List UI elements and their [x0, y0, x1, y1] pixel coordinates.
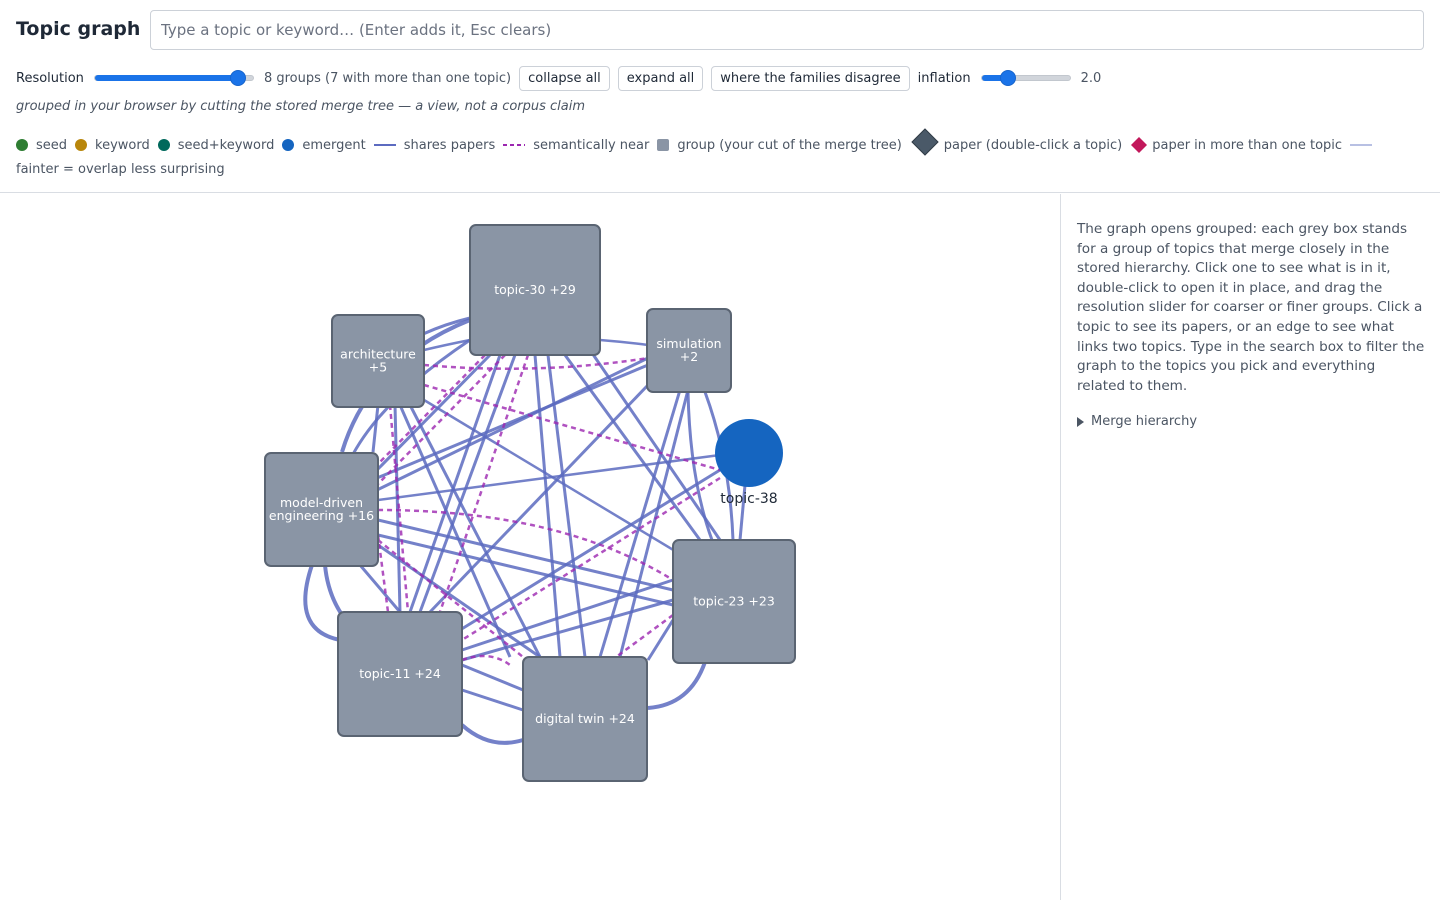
merge-hierarchy-toggle[interactable]: Merge hierarchy — [1077, 414, 1197, 429]
topic-node-t38[interactable]: topic-38 — [715, 419, 783, 507]
families-disagree-button[interactable]: where the families disagree — [711, 65, 910, 91]
edge-shares-papers[interactable] — [646, 619, 675, 661]
help-text: The graph opens grouped: each grey box s… — [1077, 221, 1425, 394]
edge-shares-papers[interactable] — [371, 404, 380, 453]
dashed-line-icon — [503, 144, 526, 146]
keyword-dot-icon — [75, 139, 88, 151]
legend: seed keyword seed+keyword emergent share… — [16, 128, 1373, 177]
group-node-g30[interactable]: topic-30 +29 — [469, 224, 601, 356]
edge-shares-papers[interactable] — [647, 661, 707, 710]
inflation-label: inflation — [917, 70, 971, 86]
group-label: digital twin +24 — [535, 711, 635, 726]
edge-shares-papers[interactable] — [686, 391, 714, 541]
group-label: engineering +16 — [269, 508, 374, 523]
paper-multi-diamond-icon — [1131, 137, 1148, 153]
toolbar: Topic graph Resolution 8 groups (7 with … — [0, 0, 1440, 193]
group-label: topic-30 +29 — [494, 282, 576, 297]
legend-emergent: emergent — [282, 138, 366, 153]
group-label: +2 — [680, 349, 698, 364]
grouping-note: grouped in your browser by cutting the s… — [16, 99, 586, 114]
page-title: Topic graph — [16, 18, 141, 40]
edge-shares-papers[interactable] — [461, 688, 524, 712]
controls-row: Resolution 8 groups (7 with more than on… — [16, 64, 1109, 92]
group-node-g23[interactable]: topic-23 +23 — [672, 539, 796, 664]
group-label: topic-11 +24 — [359, 666, 441, 681]
group-node-g11[interactable]: topic-11 +24 — [337, 611, 463, 737]
search-input[interactable] — [150, 10, 1424, 50]
resolution-slider-thumb[interactable] — [229, 70, 246, 86]
group-node-garch[interactable]: architecture+5 — [331, 314, 425, 408]
paper-diamond-icon — [911, 128, 939, 156]
legend-paper: paper (double-click a topic) — [910, 128, 1122, 157]
inflation-value: 2.0 — [1080, 70, 1102, 86]
group-label: +5 — [369, 360, 387, 375]
legend-keyword: keyword — [75, 138, 150, 153]
seed-dot-icon — [16, 139, 28, 151]
edge-semantically-near[interactable] — [611, 613, 674, 662]
graph-canvas[interactable]: topic-30 +29 architecture +5 simulation +2 mo… — [0, 194, 1060, 900]
edge-shares-papers[interactable] — [461, 663, 524, 692]
seed-keyword-dot-icon — [157, 139, 170, 151]
resolution-slider[interactable] — [93, 64, 254, 92]
group-node-gmde[interactable]: model-drivenengineering +16 — [264, 452, 379, 567]
details-panel: The graph opens grouped: each grey box s… — [1060, 194, 1440, 900]
groups-summary: 8 groups (7 with more than one topic) — [263, 70, 512, 86]
emergent-dot-icon — [282, 139, 295, 151]
legend-seed-keyword: seed+keyword — [157, 138, 274, 153]
inflation-slider-thumb[interactable] — [999, 70, 1016, 86]
caret-right-icon — [1077, 416, 1084, 427]
group-square-icon — [657, 139, 670, 151]
edge-shares-papers[interactable] — [460, 723, 524, 745]
inflation-slider[interactable] — [980, 64, 1071, 92]
resolution-label: Resolution — [16, 70, 84, 86]
topic-label: topic-38 — [720, 491, 777, 507]
legend-seed: seed — [16, 138, 67, 153]
group-node-gdt[interactable]: digital twin +24 — [522, 656, 648, 782]
legend-group: group (your cut of the merge tree) — [657, 138, 902, 153]
legend-semantically-near: semantically near — [503, 138, 649, 153]
edge-shares-papers[interactable] — [599, 338, 649, 347]
legend-fainter: fainter = overlap less surprising — [16, 162, 225, 177]
legend-shares-papers: shares papers — [373, 138, 495, 153]
topic-graph[interactable]: topic-30 +29 architecture+5 simulation+2 mo… — [0, 194, 1060, 900]
group-node-gsim[interactable]: simulation+2 — [646, 308, 732, 393]
collapse-all-button[interactable]: collapse all — [519, 65, 610, 91]
faint-line-icon — [1350, 144, 1373, 146]
group-label: topic-23 +23 — [693, 594, 775, 609]
expand-all-button[interactable]: expand all — [617, 65, 704, 91]
legend-paper-multi: paper in more than one topic — [1130, 136, 1342, 154]
edge-shares-papers[interactable] — [358, 564, 402, 613]
solid-line-icon — [373, 144, 396, 146]
edge-shares-papers[interactable] — [533, 354, 562, 658]
